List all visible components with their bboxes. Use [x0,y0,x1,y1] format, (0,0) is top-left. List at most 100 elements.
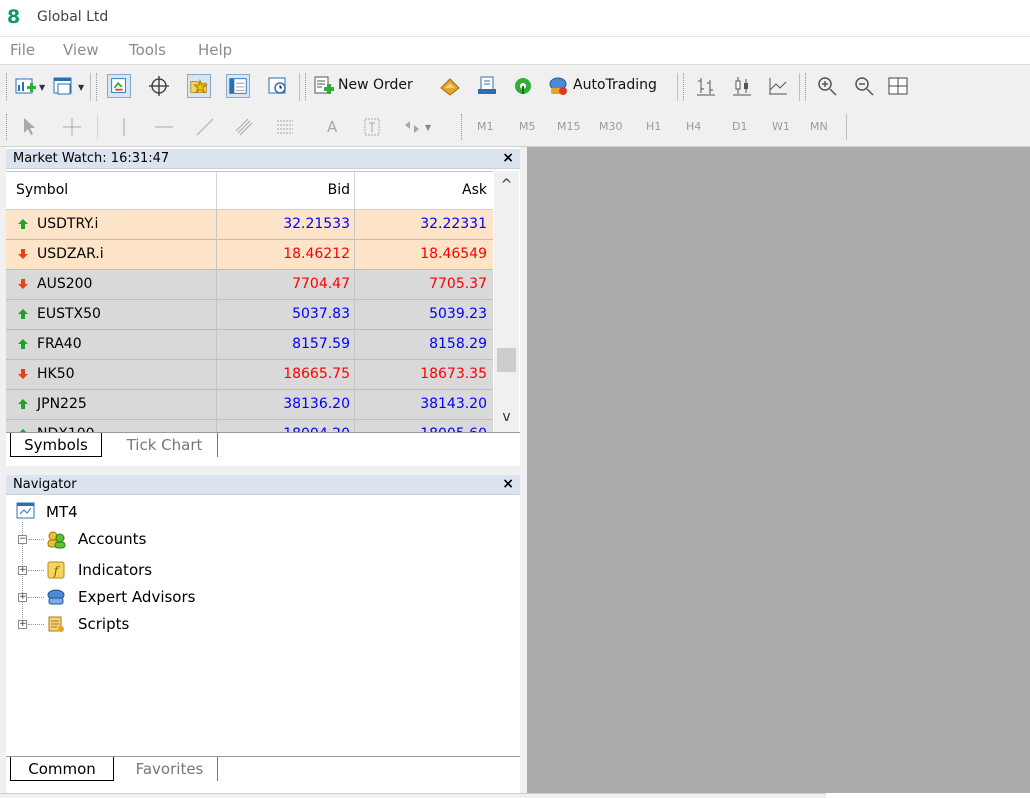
menu-file[interactable]: File [10,41,35,59]
toolbar-grip[interactable] [6,73,9,101]
scroll-up-icon[interactable]: ^ [494,177,519,193]
symbol-cell: AUS200 [37,276,93,292]
column-header-bid[interactable]: Bid [328,182,350,198]
table-row[interactable]: EUSTX50 5037.83 5039.23 [6,300,493,330]
toolbar-grip[interactable] [461,114,464,140]
new-order-icon[interactable] [312,74,336,98]
menu-view[interactable]: View [63,41,99,59]
profiles-icon[interactable] [52,75,76,99]
table-row[interactable]: JPN225 38136.20 38143.20 [6,390,493,420]
close-icon[interactable]: × [502,476,514,492]
zoom-out-icon[interactable] [852,74,876,98]
navigator-toggle-icon[interactable] [187,74,211,98]
bid-cell: 32.21533 [283,216,350,232]
arrows-icon[interactable] [400,115,424,139]
timeframe-m1[interactable]: M1 [477,120,494,133]
terminal-root-icon [16,502,35,519]
autotrading-icon[interactable] [546,74,570,98]
timeframe-m30[interactable]: M30 [599,120,623,133]
tree-root-mt4[interactable]: MT4 [46,503,78,521]
tile-windows-icon[interactable] [886,74,910,98]
chevron-down-icon[interactable]: ▼ [39,83,45,92]
new-chart-icon[interactable] [14,75,38,99]
menu-help[interactable]: Help [198,41,232,59]
market-watch-title: Market Watch: 16:31:47 [13,151,170,166]
tab-tick-chart[interactable]: Tick Chart [112,433,218,457]
app-logo: 8 [7,6,21,28]
tree-item-expert-advisors[interactable]: Expert Advisors [78,588,195,606]
fibonacci-icon[interactable] [274,115,298,139]
tab-favorites[interactable]: Favorites [122,757,218,781]
experts-icon[interactable] [475,74,499,98]
trendline-icon[interactable] [193,115,217,139]
status-bar [0,793,826,798]
chart-workspace[interactable] [527,147,1030,793]
zoom-in-icon[interactable] [815,74,839,98]
timeframe-d1[interactable]: D1 [732,120,747,133]
table-row[interactable]: USDTRY.i 32.21533 32.22331 [6,210,493,240]
crosshair-icon[interactable] [147,74,171,98]
column-header-ask[interactable]: Ask [462,182,487,198]
drawing-toolbar: A ▼ M1 M5 M15 M30 H1 H4 D1 W1 MN [0,108,1030,147]
column-header-symbol[interactable]: Symbol [16,182,68,198]
new-order-label[interactable]: New Order [338,77,413,93]
toolbar-grip[interactable] [305,73,308,101]
signals-icon[interactable] [511,74,535,98]
strategy-tester-icon[interactable] [266,74,290,98]
equidistant-channel-icon[interactable] [233,115,257,139]
horizontal-splitter[interactable] [0,466,527,475]
expand-icon[interactable]: + [18,566,27,575]
table-header: Symbol Bid Ask [6,172,493,210]
autotrading-label[interactable]: AutoTrading [573,77,657,93]
bar-chart-icon[interactable] [694,74,718,98]
timeframe-h4[interactable]: H4 [686,120,701,133]
metaeditor-icon[interactable] [438,74,462,98]
ask-cell: 18673.35 [420,366,487,382]
crosshair-tool-icon[interactable] [60,115,84,139]
close-icon[interactable]: × [502,150,514,166]
navigator-title: Navigator [13,477,77,492]
collapse-icon[interactable]: − [18,535,27,544]
scroll-down-icon[interactable]: v [494,409,519,425]
expand-icon[interactable]: + [18,620,27,629]
table-row[interactable]: AUS200 7704.47 7705.37 [6,270,493,300]
expand-icon[interactable]: + [18,593,27,602]
table-row[interactable]: USDZAR.i 18.46212 18.46549 [6,240,493,270]
tab-symbols[interactable]: Symbols [10,433,102,457]
toolbar-grip[interactable] [96,73,99,101]
toolbar-grip[interactable] [805,73,808,101]
cursor-icon[interactable] [18,115,42,139]
timeframe-mn[interactable]: MN [810,120,828,133]
text-icon[interactable]: A [327,118,337,136]
terminal-toggle-icon[interactable] [226,74,250,98]
timeframe-h1[interactable]: H1 [646,120,661,133]
arrow-up-icon [18,339,28,349]
tree-item-indicators[interactable]: Indicators [78,561,152,579]
tree-item-accounts[interactable]: Accounts [78,530,146,548]
vertical-line-icon[interactable] [112,115,136,139]
menu-tools[interactable]: Tools [129,41,166,59]
tab-common[interactable]: Common [10,757,114,781]
toolbar-grip[interactable] [683,73,686,101]
timeframe-m15[interactable]: M15 [557,120,581,133]
ask-cell: 5039.23 [429,306,487,322]
timeframe-m5[interactable]: M5 [519,120,536,133]
line-chart-icon[interactable] [766,74,790,98]
chevron-down-icon[interactable]: ▼ [425,123,431,132]
table-row[interactable]: FRA40 8157.59 8158.29 [6,330,493,360]
market-watch-toggle-icon[interactable] [107,74,131,98]
toolbar-grip[interactable] [6,114,9,140]
market-watch-scrollbar[interactable]: ^ v [494,171,519,432]
market-watch-header[interactable]: Market Watch: 16:31:47 × [6,149,520,169]
candlesticks-icon[interactable] [730,74,754,98]
navigator-header[interactable]: Navigator × [6,475,520,495]
timeframe-w1[interactable]: W1 [772,120,790,133]
horizontal-line-icon[interactable] [152,115,176,139]
title-bar: 8 Global Ltd [0,0,1030,36]
tree-item-scripts[interactable]: Scripts [78,615,129,633]
symbol-cell: USDZAR.i [37,246,104,262]
scroll-thumb[interactable] [497,348,516,372]
chevron-down-icon[interactable]: ▼ [78,83,84,92]
text-label-icon[interactable] [360,115,384,139]
table-row[interactable]: HK50 18665.75 18673.35 [6,360,493,390]
